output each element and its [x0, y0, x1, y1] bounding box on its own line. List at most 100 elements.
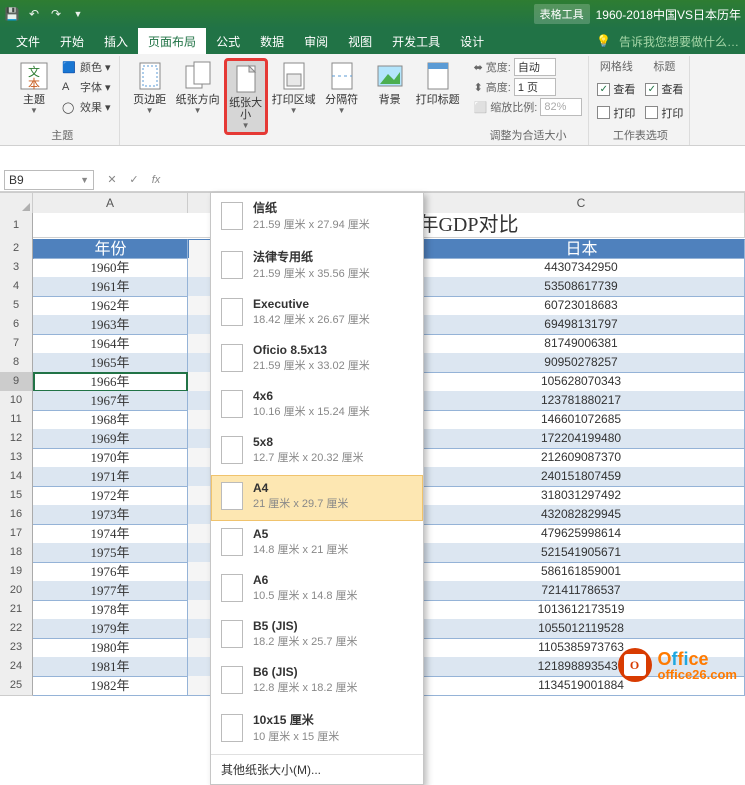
size-button[interactable]: 纸张大小 ▼ — [224, 58, 268, 135]
paper-size-option[interactable]: A4 21 厘米 x 29.7 厘米 — [211, 475, 423, 521]
cell-year[interactable]: 1961年 — [33, 277, 188, 297]
cell-value[interactable]: 146601072685 — [418, 410, 745, 430]
cell-value[interactable]: 60723018683 — [418, 296, 745, 316]
row-header[interactable]: 19 — [0, 562, 33, 582]
row-header[interactable]: 22 — [0, 619, 33, 639]
headings-view-checkbox[interactable]: 查看 — [645, 81, 683, 97]
row-header[interactable]: 7 — [0, 334, 33, 354]
tab-formulas[interactable]: 公式 — [206, 28, 250, 54]
breaks-button[interactable]: 分隔符 ▼ — [320, 58, 364, 117]
row-header[interactable]: 1 — [0, 212, 33, 240]
cell-value[interactable]: 172204199480 — [418, 429, 745, 449]
cell-value[interactable]: 90950278257 — [418, 353, 745, 373]
paper-size-option[interactable]: Oficio 8.5x13 21.59 厘米 x 33.02 厘米 — [211, 337, 423, 383]
row-header[interactable]: 3 — [0, 258, 33, 278]
row-header[interactable]: 11 — [0, 410, 33, 430]
cell-year[interactable]: 1975年 — [33, 543, 188, 563]
row-header[interactable]: 24 — [0, 657, 33, 677]
row-header[interactable]: 25 — [0, 676, 33, 696]
row-header[interactable]: 10 — [0, 391, 33, 411]
cell-year[interactable]: 1964年 — [33, 334, 188, 354]
header-year[interactable]: 年份 — [33, 239, 188, 259]
print-titles-button[interactable]: 打印标题 — [416, 58, 460, 108]
cell-year[interactable]: 1978年 — [33, 600, 188, 620]
cell-year[interactable]: 1965年 — [33, 353, 188, 373]
cell-year[interactable]: 1982年 — [33, 676, 188, 696]
print-area-button[interactable]: 打印区域 ▼ — [272, 58, 316, 117]
cell-year[interactable]: 1960年 — [33, 258, 188, 278]
theme-colors-button[interactable]: 🟦颜色 ▾ — [60, 58, 113, 76]
tab-view[interactable]: 视图 — [338, 28, 382, 54]
cell-value[interactable]: 1013612173519 — [418, 600, 745, 620]
cell-value[interactable]: 81749006381 — [418, 334, 745, 354]
save-icon[interactable]: 💾 — [4, 6, 20, 22]
themes-button[interactable]: 文本 主题 ▼ — [12, 58, 56, 117]
row-header[interactable]: 12 — [0, 429, 33, 449]
cell-value[interactable]: 1055012119528 — [418, 619, 745, 639]
paper-size-option[interactable]: A6 10.5 厘米 x 14.8 厘米 — [211, 567, 423, 613]
cell-value[interactable]: 212609087370 — [418, 448, 745, 468]
cell-value[interactable]: 69498131797 — [418, 315, 745, 335]
column-header-c[interactable]: C — [418, 193, 745, 213]
paper-size-option[interactable]: 5x8 12.7 厘米 x 20.32 厘米 — [211, 429, 423, 475]
paper-size-option[interactable]: Executive 18.42 厘米 x 26.67 厘米 — [211, 291, 423, 337]
tab-page-layout[interactable]: 页面布局 — [138, 28, 206, 54]
row-header[interactable]: 4 — [0, 277, 33, 297]
tell-me-input[interactable]: 告诉我您想要做什么… — [619, 33, 739, 50]
cell-year[interactable]: 1980年 — [33, 638, 188, 658]
tab-design[interactable]: 设计 — [450, 28, 494, 54]
cell-year[interactable]: 1963年 — [33, 315, 188, 335]
cell-year[interactable]: 1967年 — [33, 391, 188, 411]
redo-icon[interactable]: ↷ — [48, 6, 64, 22]
margins-button[interactable]: 页边距 ▼ — [128, 58, 172, 117]
row-header[interactable]: 6 — [0, 315, 33, 335]
cell-value[interactable]: 721411786537 — [418, 581, 745, 601]
paper-size-option[interactable]: A5 14.8 厘米 x 21 厘米 — [211, 521, 423, 567]
cell-value[interactable]: 586161859001 — [418, 562, 745, 582]
paper-size-option[interactable]: 10x15 厘米 10 厘米 x 15 厘米 — [211, 705, 423, 754]
cell-year[interactable]: 1962年 — [33, 296, 188, 316]
tab-review[interactable]: 审阅 — [294, 28, 338, 54]
cell-value[interactable]: 53508617739 — [418, 277, 745, 297]
cell-value[interactable]: 318031297492 — [418, 486, 745, 506]
cell-value[interactable]: 44307342950 — [418, 258, 745, 278]
row-header[interactable]: 20 — [0, 581, 33, 601]
header-japan[interactable]: 日本 — [418, 239, 745, 259]
row-header[interactable]: 16 — [0, 505, 33, 525]
scale-percent-input[interactable] — [540, 98, 582, 116]
enter-icon[interactable]: ✓ — [126, 173, 142, 186]
row-header[interactable]: 8 — [0, 353, 33, 373]
tab-file[interactable]: 文件 — [6, 28, 50, 54]
theme-effects-button[interactable]: ◯效果 ▾ — [60, 98, 113, 116]
cancel-icon[interactable]: ✕ — [104, 173, 120, 186]
row-header[interactable]: 18 — [0, 543, 33, 563]
qat-customize-icon[interactable]: ▼ — [70, 6, 86, 22]
more-paper-sizes[interactable]: 其他纸张大小(M)... — [211, 754, 423, 784]
name-box[interactable]: B9 ▼ — [4, 170, 94, 190]
theme-fonts-button[interactable]: A字体 ▾ — [60, 78, 113, 96]
scale-height-input[interactable] — [514, 78, 556, 96]
row-header[interactable]: 15 — [0, 486, 33, 506]
cell-year[interactable]: 1969年 — [33, 429, 188, 449]
cell-year[interactable]: 1968年 — [33, 410, 188, 430]
tab-developer[interactable]: 开发工具 — [382, 28, 450, 54]
column-header-a[interactable]: A — [33, 193, 188, 213]
cell-year[interactable]: 1977年 — [33, 581, 188, 601]
cell-year[interactable]: 1970年 — [33, 448, 188, 468]
paper-size-option[interactable]: B6 (JIS) 12.8 厘米 x 18.2 厘米 — [211, 659, 423, 705]
row-header[interactable]: 17 — [0, 524, 33, 544]
row-header[interactable]: 21 — [0, 600, 33, 620]
cell-year[interactable]: 1976年 — [33, 562, 188, 582]
gridlines-print-checkbox[interactable]: 打印 — [597, 105, 635, 121]
paper-size-option[interactable]: 信纸 21.59 厘米 x 27.94 厘米 — [211, 193, 423, 242]
cell-year[interactable]: 1973年 — [33, 505, 188, 525]
orientation-button[interactable]: 纸张方向 ▼ — [176, 58, 220, 117]
cell-value[interactable]: 123781880217 — [418, 391, 745, 411]
select-all-corner[interactable] — [0, 193, 33, 213]
paper-size-option[interactable]: 法律专用纸 21.59 厘米 x 35.56 厘米 — [211, 242, 423, 291]
cell-year[interactable]: 1979年 — [33, 619, 188, 639]
cell-value[interactable]: 105628070343 — [418, 372, 745, 392]
tab-home[interactable]: 开始 — [50, 28, 94, 54]
cell-value[interactable]: 432082829945 — [418, 505, 745, 525]
gridlines-view-checkbox[interactable]: 查看 — [597, 81, 635, 97]
